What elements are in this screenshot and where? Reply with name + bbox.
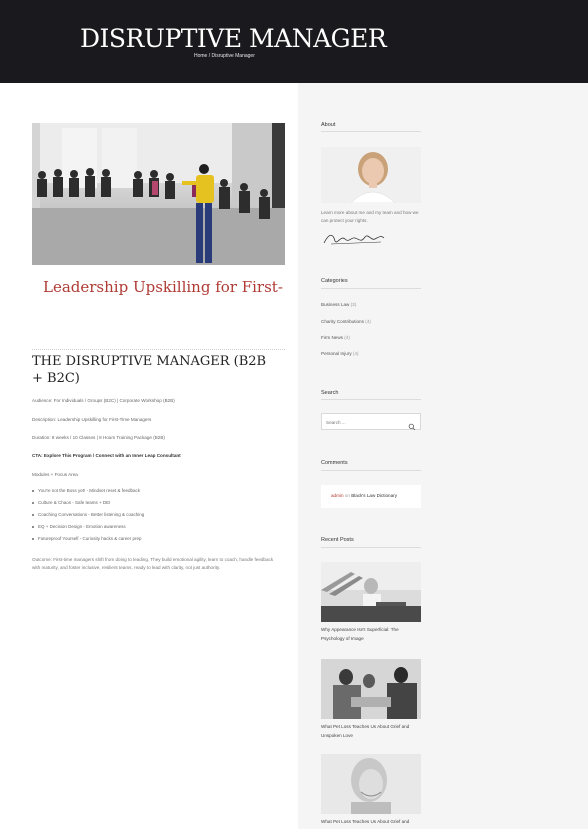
workshop-photo xyxy=(32,123,285,265)
category-label[interactable]: Firm News xyxy=(321,335,343,340)
recent-post-thumbnail[interactable] xyxy=(321,659,421,719)
comment-post-link[interactable]: Black's Law Dictionary xyxy=(351,493,397,498)
category-item[interactable]: Charity Contributions (4) xyxy=(321,319,371,324)
recent-post-thumbnail[interactable] xyxy=(321,562,421,622)
widget-divider xyxy=(321,470,421,471)
widget-divider xyxy=(321,131,421,132)
category-item[interactable]: Firm News (4) xyxy=(321,335,350,340)
about-portrait xyxy=(321,147,421,203)
post-cta: CTA: Explore This Program / Connect with… xyxy=(32,453,181,458)
breadcrumb-home-link[interactable]: Home xyxy=(194,53,207,59)
recent-post-title[interactable]: Why Appearance Isn't Superficial: The Ps… xyxy=(321,626,421,643)
list-item: Culture & Chaos - Safe teams + DEI xyxy=(32,500,144,512)
widget-divider xyxy=(321,547,421,548)
search-icon[interactable] xyxy=(408,418,416,431)
post-outcome: Outcome: First-time managers shift from … xyxy=(32,557,274,570)
breadcrumb-current: Disruptive Manager xyxy=(211,53,255,59)
list-item: You're not the Boss yet! - Mindset reset… xyxy=(32,488,144,500)
recent-post-thumbnail[interactable] xyxy=(321,754,421,814)
list-item: Coaching Conversations - Better listenin… xyxy=(32,512,144,524)
search-widget-title: Search xyxy=(321,390,339,396)
category-item[interactable]: Personal Injury (4) xyxy=(321,351,359,356)
category-count: (3) xyxy=(350,302,357,307)
comments-widget-title: Comments xyxy=(321,460,348,466)
list-item: EQ + Decision Design - Emotion awareness xyxy=(32,524,144,536)
recent-post-title[interactable]: What Pet Loss Teaches Us About Grief and xyxy=(321,818,421,827)
list-item: Futureproof Yourself - Curiosity hacks &… xyxy=(32,536,144,548)
comment-item: admin on Black's Law Dictionary xyxy=(321,485,421,508)
category-count: (4) xyxy=(352,351,359,356)
about-text: Learn more about me and my team and how … xyxy=(321,210,419,223)
category-count: (4) xyxy=(344,335,350,340)
post-description: Description: Leadership Upskilling for F… xyxy=(32,417,152,422)
post-title: THE DISRUPTIVE MANAGER (B2B + B2C) xyxy=(32,354,267,386)
modules-label: Modules + Focus Area xyxy=(32,472,78,477)
signature-image xyxy=(321,229,387,249)
category-label[interactable]: Business Law xyxy=(321,302,349,307)
hero-title: Leadership Upskilling for First- xyxy=(43,278,283,296)
breadcrumb: Home / Disruptive Manager xyxy=(194,53,255,59)
post-audience: Audience: For Individuals / Groups (B2C)… xyxy=(32,398,175,403)
recent-posts-widget-title: Recent Posts xyxy=(321,537,354,543)
comment-text: admin on Black's Law Dictionary xyxy=(331,493,397,498)
search-input[interactable] xyxy=(326,417,406,427)
site-title[interactable]: DISRUPTIVE MANAGER xyxy=(80,24,387,53)
divider xyxy=(32,349,285,350)
search-box xyxy=(321,413,421,431)
category-label[interactable]: Personal Injury xyxy=(321,351,352,356)
categories-widget-title: Categories xyxy=(321,278,348,284)
widget-divider xyxy=(321,399,421,400)
category-count: (4) xyxy=(365,319,371,324)
widget-divider xyxy=(321,288,421,289)
recent-post-title[interactable]: What Pet Loss Teaches Us About Grief and… xyxy=(321,723,421,740)
category-label[interactable]: Charity Contributions xyxy=(321,319,364,324)
category-item[interactable]: Business Law (3) xyxy=(321,302,356,307)
post-duration: Duration: 8 weeks / 10 Classes | 8 Hours… xyxy=(32,435,165,440)
about-widget-title: About xyxy=(321,122,336,128)
site-header: DISRUPTIVE MANAGER Home / Disruptive Man… xyxy=(0,0,588,83)
modules-list: You're not the Boss yet! - Mindset reset… xyxy=(32,488,144,548)
comment-author-link[interactable]: admin xyxy=(331,493,344,498)
